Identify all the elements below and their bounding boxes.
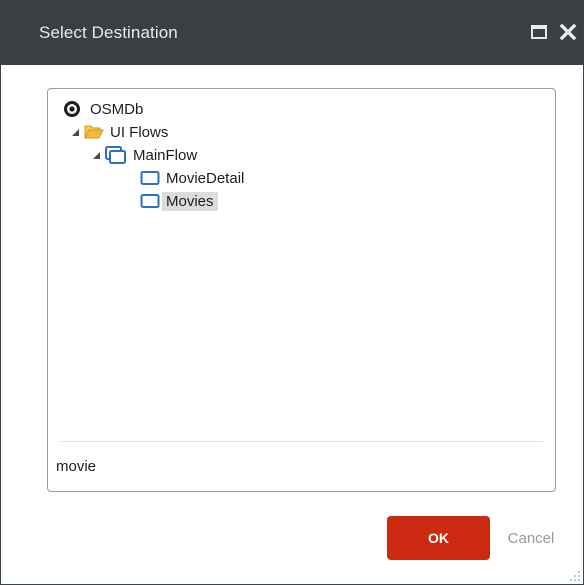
module-radio-icon [64,101,80,117]
destination-tree-panel: OSMDb UI Flows MainFlow MovieDetail Movi… [47,88,556,492]
tree-item-moviedetail[interactable]: MovieDetail [140,167,248,189]
ok-button[interactable]: OK [387,516,490,560]
filter-input[interactable] [56,453,536,479]
folder-open-icon [84,125,104,139]
tree-item-label: UI Flows [110,123,169,141]
dialog-titlebar[interactable]: Select Destination [1,1,583,65]
tree-item-ui-flows[interactable]: UI Flows [72,121,172,143]
resize-grip-icon[interactable] [569,570,581,582]
collapse-icon[interactable] [93,151,100,159]
close-icon[interactable] [559,23,577,41]
collapse-icon[interactable] [72,128,79,136]
tree-item-label: MainFlow [133,146,198,164]
tree-item-mainflow[interactable]: MainFlow [93,144,201,166]
tree-item-movies[interactable]: Movies [140,190,218,212]
tree-item-label: OSMDb [90,100,144,118]
tree-item-osmdb[interactable]: OSMDb [64,98,147,120]
screen-icon [140,194,160,208]
dialog-title: Select Destination [39,23,178,42]
tree-item-label: Movies [162,191,218,211]
flow-icon [105,146,126,164]
divider [60,441,543,442]
maximize-icon[interactable] [531,23,547,41]
tree-item-label: MovieDetail [166,169,245,187]
screen-icon [140,171,160,185]
select-destination-dialog: Select Destination OSMDb UI Flows MainFl… [0,0,584,585]
cancel-button[interactable]: Cancel [498,516,564,560]
